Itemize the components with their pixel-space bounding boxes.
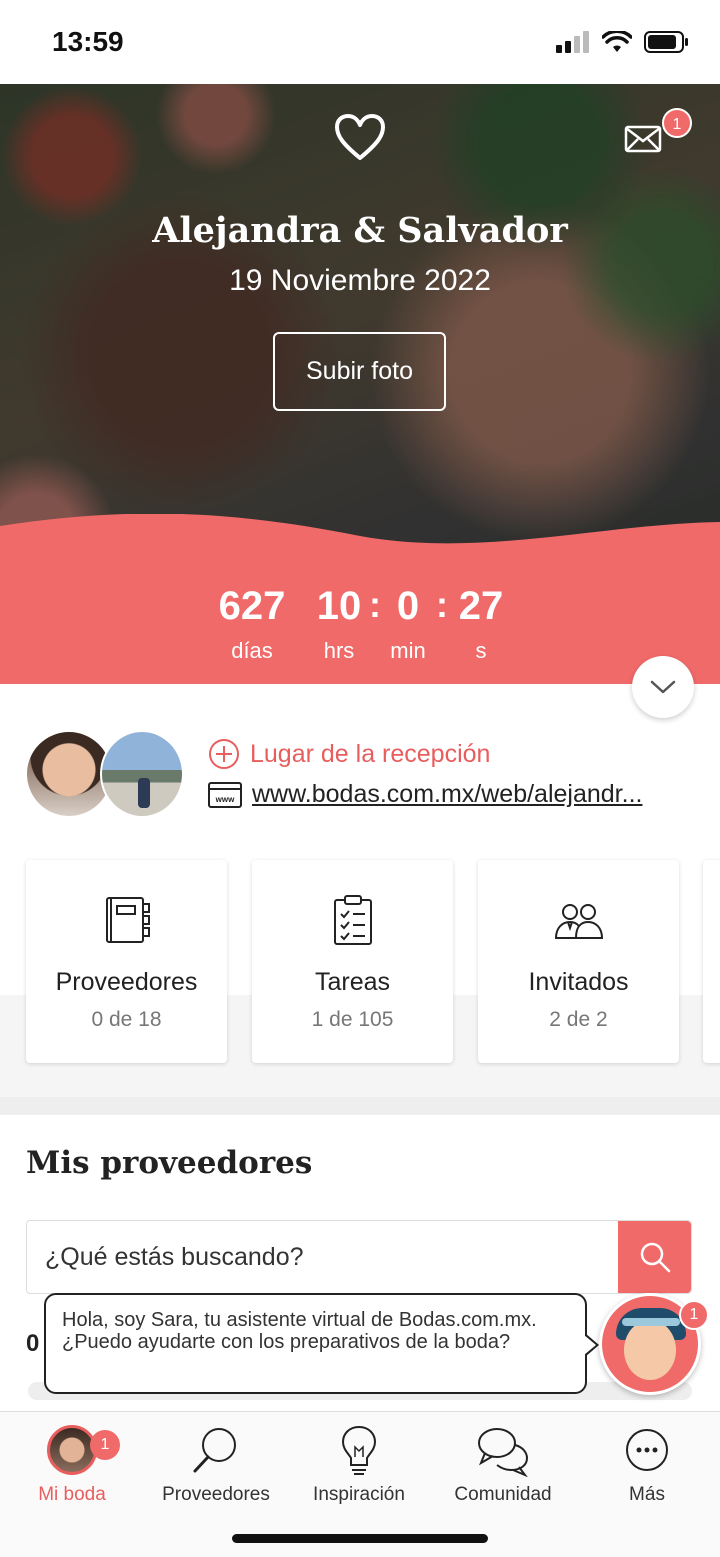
countdown-days-label: días (231, 638, 273, 663)
status-time: 13:59 (52, 26, 124, 57)
upload-photo-button[interactable]: Subir foto (273, 332, 446, 411)
couple-names: Alejandra & Salvador (152, 210, 568, 251)
status-bar: 13:59 (0, 0, 720, 84)
card-invitados[interactable]: Invitados 2 de 2 (478, 860, 679, 1063)
svg-text:www: www (215, 795, 235, 804)
card-title: Proveedores (55, 968, 198, 996)
guests-icon (554, 904, 603, 939)
countdown-seconds-label: s (475, 638, 487, 663)
mail-badge: 1 (662, 108, 692, 138)
wedding-website-link[interactable]: www www.bodas.com.mx/web/alejandr... (208, 780, 642, 809)
wifi-icon (602, 31, 632, 52)
tab-label: Mi boda (38, 1484, 106, 1505)
provider-count: 0 (26, 1330, 40, 1357)
assistant-message: Hola, soy Sara, tu asistente virtual de … (62, 1309, 537, 1353)
user-avatar-icon (47, 1425, 97, 1475)
provider-search (26, 1220, 692, 1294)
chat-bubbles-icon (478, 1428, 529, 1477)
status-icons (556, 30, 690, 54)
tab-label: Comunidad (454, 1484, 552, 1505)
search-input[interactable] (27, 1221, 618, 1293)
partner-avatar-2[interactable] (100, 730, 184, 818)
wedding-date: 19 Noviembre 2022 (229, 264, 491, 297)
magnifier-icon (193, 1428, 236, 1473)
countdown-hours: 10 (316, 584, 362, 628)
section-divider (0, 1097, 720, 1115)
tab-label: Inspiración (313, 1484, 405, 1505)
bubble-tail-fill (584, 1335, 596, 1355)
tab-label: Proveedores (162, 1484, 270, 1505)
tab-label: Más (629, 1484, 665, 1505)
card-count: 1 de 105 (311, 1008, 394, 1031)
mail-icon[interactable] (624, 124, 662, 154)
tab-mi-boda[interactable]: Mi boda 1 (2, 1422, 142, 1506)
venue-link-label: Lugar de la recepción (250, 739, 491, 768)
countdown-minutes: 0 (396, 584, 420, 628)
tab-inspiracion[interactable]: Inspiración (289, 1422, 429, 1506)
search-button[interactable] (618, 1221, 691, 1293)
card-count: 0 de 18 (91, 1008, 162, 1031)
section-title-mis-proveedores: Mis proveedores (26, 1145, 313, 1181)
battery-icon (644, 31, 688, 53)
lightbulb-icon (341, 1425, 377, 1475)
notebook-icon (105, 897, 150, 943)
hero-cover-photo: 1 Alejandra & Salvador 19 Noviembre 2022… (0, 84, 720, 684)
countdown-seconds: 27 (458, 584, 504, 628)
venue-link[interactable]: Lugar de la recepción (208, 738, 490, 770)
card-proveedores[interactable]: Proveedores 0 de 18 (26, 860, 227, 1063)
card-tareas[interactable]: Tareas 1 de 105 (252, 860, 453, 1063)
card-next-peek[interactable] (703, 860, 720, 1063)
card-title: Invitados (528, 968, 629, 996)
search-icon (640, 1242, 670, 1273)
more-icon (626, 1429, 668, 1471)
heart-logo-icon (335, 114, 385, 160)
countdown-separator: : (369, 584, 381, 625)
collapse-hero-button[interactable] (632, 656, 694, 718)
countdown-days: 627 (218, 584, 286, 628)
tab-comunidad[interactable]: Comunidad (433, 1422, 573, 1506)
assistant-message-bubble[interactable]: Hola, soy Sara, tu asistente virtual de … (44, 1293, 599, 1394)
tab-proveedores[interactable]: Proveedores (146, 1422, 286, 1506)
home-indicator (232, 1534, 488, 1543)
countdown-separator: : (436, 584, 448, 625)
countdown: 627 días 10 hrs : 0 min : 27 s (0, 584, 720, 684)
add-circle-icon (209, 739, 239, 769)
chevron-down-icon (650, 680, 676, 694)
tab-badge: 1 (90, 1430, 120, 1460)
web-browser-icon: www (208, 781, 242, 808)
wedding-website-url: www.bodas.com.mx/web/alejandr... (252, 780, 643, 808)
card-count: 2 de 2 (549, 1008, 608, 1031)
card-title: Tareas (314, 968, 391, 996)
tab-mas[interactable]: Más (577, 1422, 717, 1506)
checklist-icon (333, 895, 372, 945)
countdown-hours-label: hrs (323, 638, 355, 663)
countdown-minutes-label: min (390, 638, 426, 663)
assistant-badge: 1 (679, 1300, 709, 1330)
signal-icon (556, 31, 589, 53)
